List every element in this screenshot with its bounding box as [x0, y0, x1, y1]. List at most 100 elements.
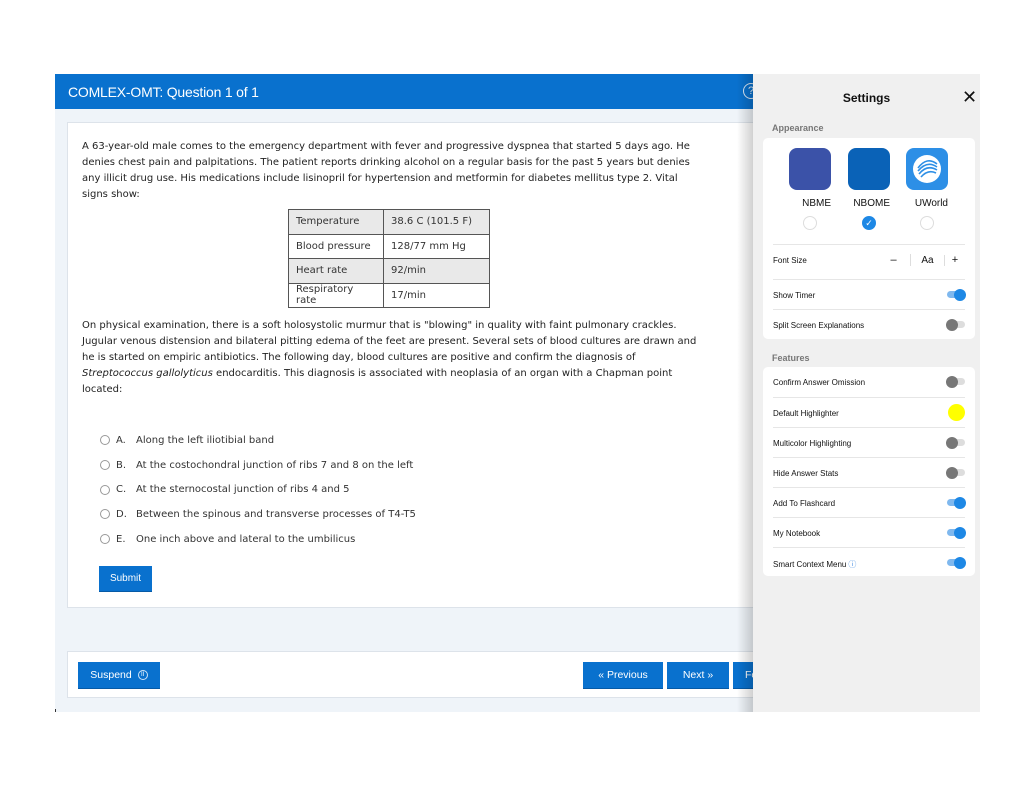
vital-value: 128/77 mm Hg	[383, 233, 490, 259]
uworld-globe-icon	[913, 155, 941, 183]
question-stem-exam: On physical examination, there is a soft…	[82, 318, 702, 398]
default-highlighter-row: Default Highlighter	[773, 397, 965, 427]
check-icon[interactable]: ✓	[862, 216, 876, 230]
info-icon[interactable]: ⓘ	[848, 560, 856, 569]
choice-text: At the sternocostal junction of ribs 4 a…	[136, 484, 350, 496]
choice-letter: E.	[116, 533, 126, 545]
answer-choices: A. Along the left iliotibial band B. At th…	[100, 428, 416, 551]
uworld-logo-icon[interactable]	[906, 148, 948, 190]
split-screen-label: Split Screen Explanations	[773, 321, 865, 330]
organism-name: Streptococcus gallolyticus	[82, 368, 213, 379]
font-size-row: Font Size – Aa +	[773, 244, 965, 274]
feature-label: My Notebook	[773, 529, 821, 538]
toggle-knob	[946, 466, 958, 479]
vital-label: Respiratory rate	[288, 282, 384, 308]
close-icon[interactable]: ✕	[962, 88, 977, 106]
appearance-section-label: Appearance	[772, 123, 824, 133]
theme-radio[interactable]	[920, 216, 934, 230]
feature-label: Add To Flashcard	[773, 499, 836, 508]
nbome-swatch[interactable]	[848, 148, 890, 190]
drawer-shadow	[737, 74, 753, 712]
radio-button[interactable]	[100, 534, 110, 545]
answer-choice-b[interactable]: B. At the costochondral junction of ribs …	[100, 453, 416, 478]
page-title: COMLEX-OMT: Question 1 of 1	[68, 84, 259, 100]
theme-uworld[interactable]: UWorld	[906, 148, 948, 230]
vital-value: 38.6 C (101.5 F)	[383, 209, 490, 235]
answer-choice-a[interactable]: A. Along the left iliotibial band	[100, 428, 416, 453]
toggle-knob	[946, 318, 958, 331]
font-size-label: Font Size	[773, 256, 807, 265]
hide-answer-stats-row: Hide Answer Stats	[773, 457, 965, 487]
page-edge-mark	[55, 709, 56, 712]
show-timer-toggle[interactable]	[947, 288, 966, 301]
footer-bar: SuspendII « Previous Next » Fe	[67, 651, 780, 698]
flashcard-toggle[interactable]	[947, 496, 966, 509]
nbme-swatch[interactable]	[789, 148, 831, 190]
smart-context-label: Smart Context Menu	[773, 560, 847, 569]
theme-name: NBOME	[853, 198, 890, 209]
table-row: Temperature 38.6 C (101.5 F)	[288, 209, 490, 235]
toggle-knob	[954, 496, 966, 509]
feature-label: Hide Answer Stats	[773, 469, 839, 478]
choice-letter: C.	[116, 484, 127, 496]
table-row: Blood pressure 128/77 mm Hg	[288, 233, 490, 259]
confirm-omission-toggle[interactable]	[946, 375, 965, 388]
multicolor-toggle[interactable]	[946, 436, 965, 449]
answer-choice-c[interactable]: C. At the sternocostal junction of ribs 4…	[100, 477, 416, 502]
theme-name: NBME	[802, 198, 831, 209]
choice-letter: D.	[116, 508, 127, 520]
feature-label: Default Highlighter	[773, 409, 839, 418]
decrease-font-button[interactable]: –	[877, 254, 911, 266]
increase-font-button[interactable]: +	[945, 254, 965, 266]
highlighter-color-swatch[interactable]	[948, 404, 965, 421]
theme-radio[interactable]	[803, 216, 817, 230]
submit-button[interactable]: Submit	[99, 566, 152, 592]
theme-nbme[interactable]: NBME	[789, 148, 831, 230]
choice-text: At the costochondral junction of ribs 7 …	[136, 459, 414, 471]
radio-button[interactable]	[100, 484, 110, 495]
stem-text: On physical examination, there is a soft…	[82, 320, 697, 363]
next-button[interactable]: Next »	[667, 662, 729, 689]
vital-label: Blood pressure	[288, 233, 384, 259]
vital-value: 17/min	[383, 282, 490, 308]
radio-button[interactable]	[100, 509, 110, 520]
settings-title: Settings	[842, 91, 891, 105]
answer-choice-e[interactable]: E. One inch above and lateral to the umbi…	[100, 527, 416, 552]
radio-button[interactable]	[100, 435, 110, 446]
smart-context-toggle[interactable]	[947, 556, 966, 569]
notebook-toggle[interactable]	[947, 526, 966, 539]
vitals-table: Temperature 38.6 C (101.5 F) Blood pressu…	[288, 209, 490, 308]
appearance-panel: NBME NBOME ✓ UWorld Font Size – Aa + Sho…	[763, 138, 975, 339]
my-notebook-row: My Notebook	[773, 517, 966, 547]
font-size-control: – Aa +	[877, 250, 965, 270]
choice-text: Along the left iliotibial band	[136, 434, 275, 446]
vital-value: 92/min	[383, 258, 490, 284]
hide-stats-toggle[interactable]	[946, 466, 965, 479]
split-screen-toggle[interactable]	[946, 318, 965, 331]
toggle-knob	[954, 556, 966, 569]
table-row: Heart rate 92/min	[288, 258, 490, 284]
add-to-flashcard-row: Add To Flashcard	[773, 487, 966, 517]
toggle-knob	[946, 375, 958, 388]
font-size-sample: Aa	[911, 254, 945, 266]
choice-text: Between the spinous and transverse proce…	[136, 508, 416, 520]
exam-window: COMLEX-OMT: Question 1 of 1 ? A 63-year-…	[55, 74, 980, 712]
choice-letter: A.	[116, 434, 126, 446]
toggle-knob	[954, 526, 966, 539]
toggle-knob	[954, 288, 966, 301]
confirm-omission-row: Confirm Answer Omission	[773, 367, 965, 397]
question-card: A 63-year-old male comes to the emergenc…	[67, 122, 767, 608]
settings-drawer: Settings ✕ Appearance NBME NBOME ✓ UWorl…	[753, 74, 980, 712]
vital-label: Temperature	[288, 209, 384, 235]
smart-context-menu-row: Smart Context Menu ⓘ	[773, 547, 966, 577]
previous-button[interactable]: « Previous	[583, 662, 663, 689]
vital-label: Heart rate	[288, 258, 384, 284]
radio-button[interactable]	[100, 460, 110, 471]
theme-nbome[interactable]: NBOME ✓	[848, 148, 890, 230]
answer-choice-d[interactable]: D. Between the spinous and transverse pro…	[100, 502, 416, 527]
theme-name: UWorld	[914, 198, 948, 209]
split-screen-row: Split Screen Explanations	[773, 309, 965, 339]
suspend-button[interactable]: Suspend II	[78, 662, 160, 689]
features-section-label: Features	[772, 353, 810, 363]
show-timer-row: Show Timer	[773, 279, 966, 309]
